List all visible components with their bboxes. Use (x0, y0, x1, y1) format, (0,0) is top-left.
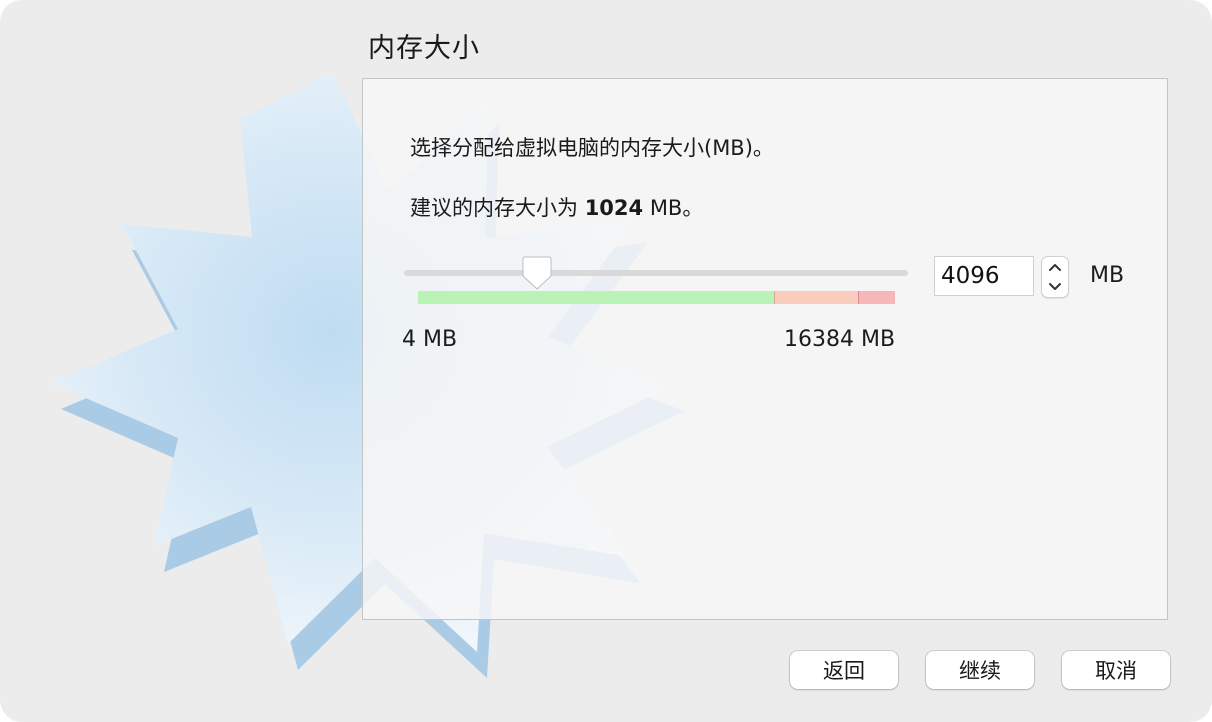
memory-range-danger (858, 291, 895, 304)
memory-slider-track[interactable] (404, 270, 908, 276)
memory-size-input[interactable] (934, 256, 1034, 296)
back-button[interactable]: 返回 (790, 651, 898, 689)
continue-button[interactable]: 继续 (926, 651, 1034, 689)
recommended-value: 1024 (584, 196, 644, 220)
recommended-memory-text: 建议的内存大小为 1024 MB。 (410, 192, 703, 222)
stepper-up-button[interactable] (1042, 257, 1068, 277)
chevron-down-icon (1049, 283, 1061, 290)
dialog-window: 内存大小 选择分配给虚拟电脑的内存大小(MB)。 建议的内存大小为 1024 M… (0, 0, 1212, 722)
cancel-button[interactable]: 取消 (1062, 651, 1170, 689)
recommendation-suffix: MB。 (643, 196, 704, 220)
memory-range-warning (774, 291, 859, 304)
section-title: 内存大小 (368, 33, 480, 64)
memory-range-safe (418, 291, 774, 304)
slider-max-label: 16384 MB (784, 327, 896, 352)
memory-unit-label: MB (1090, 263, 1125, 288)
memory-stepper[interactable] (1041, 256, 1069, 298)
stepper-down-button[interactable] (1042, 277, 1068, 297)
chevron-up-icon (1049, 264, 1061, 271)
slider-min-label: 4 MB (402, 327, 458, 352)
memory-description: 选择分配给虚拟电脑的内存大小(MB)。 (410, 136, 774, 160)
recommendation-prefix: 建议的内存大小为 (410, 196, 585, 220)
memory-slider-thumb[interactable] (522, 256, 552, 290)
